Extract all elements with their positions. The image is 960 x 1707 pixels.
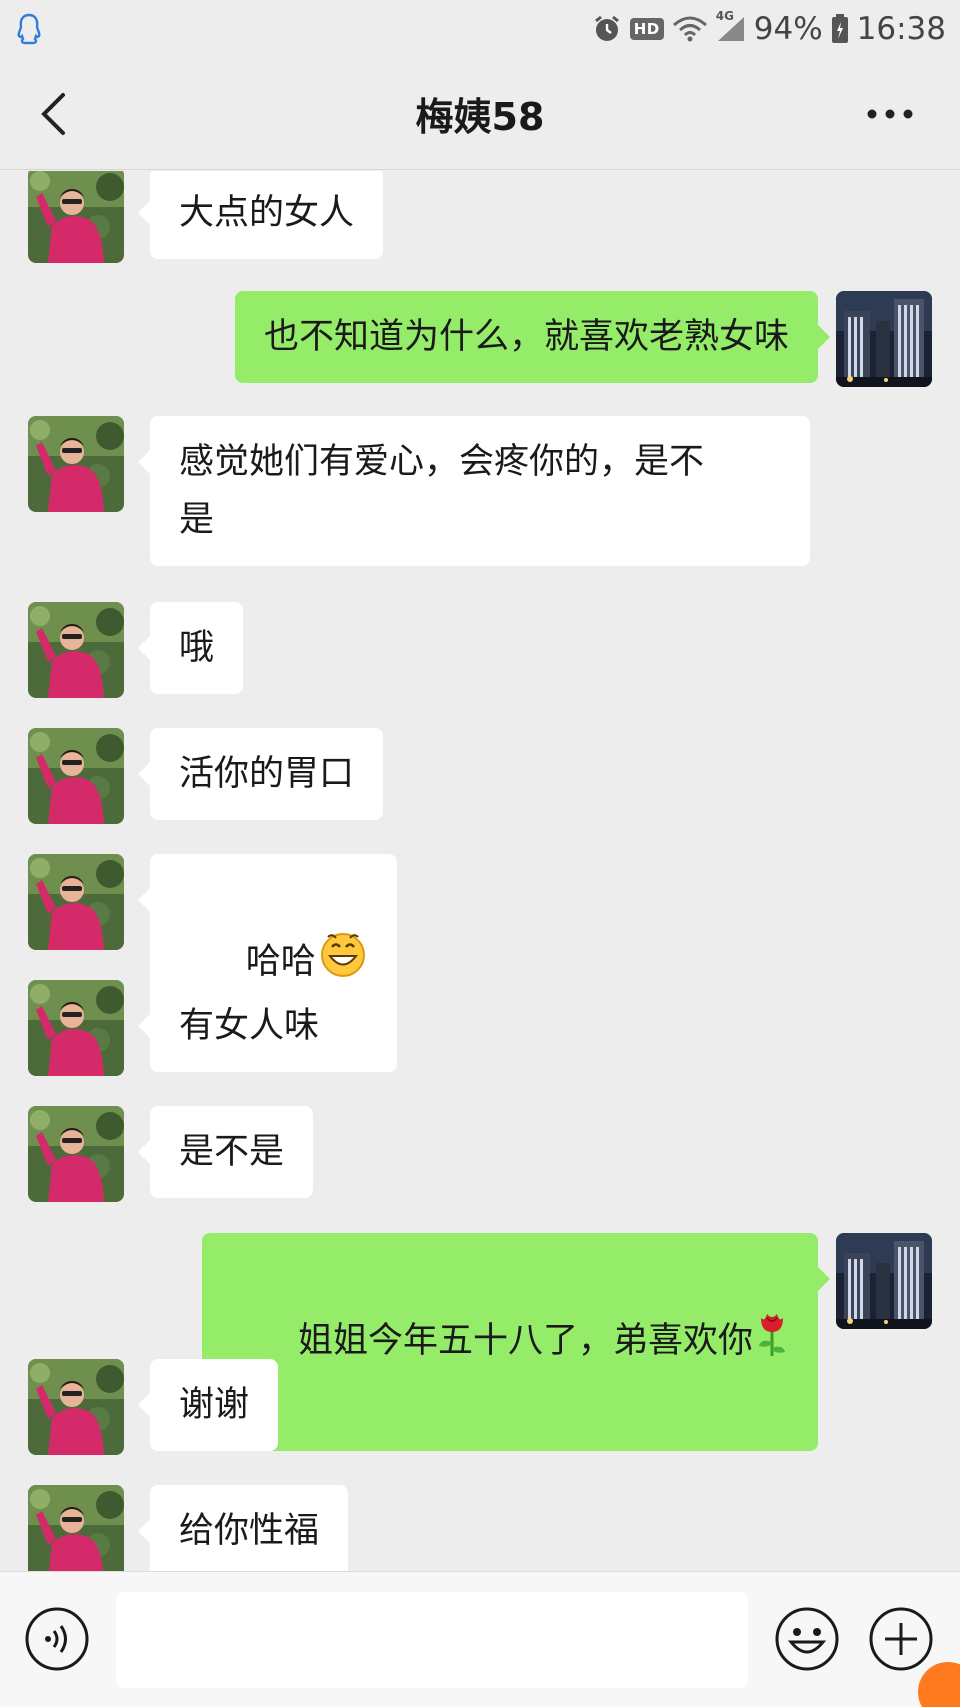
voice-icon [25,1607,89,1671]
message-bubble[interactable]: 谢谢 [137,1359,279,1451]
contact-avatar[interactable] [28,1485,124,1571]
message-bubble[interactable]: 是不是 [137,1106,314,1198]
message-bubble[interactable]: 感觉她们有爱心，会疼你的，是不 是 [138,416,810,566]
more-button[interactable] [860,90,920,138]
voice-button[interactable] [24,1606,90,1672]
battery-icon [831,14,849,44]
contact-avatar[interactable] [28,1359,124,1455]
contact-avatar[interactable] [28,602,124,698]
my-avatar[interactable] [836,291,932,387]
message-text: 哈哈 [245,942,316,982]
message-bubble[interactable]: 给你性福 [137,1485,349,1571]
status-bar: HD 4G 94% 16:38 [0,0,960,58]
battery-percent: 94% [753,11,823,47]
plus-icon [869,1607,933,1671]
contact-avatar[interactable] [28,1106,124,1202]
contact-avatar[interactable] [28,171,124,263]
chat-header: 梅姨58 [0,58,960,170]
signal-icon: 4G [716,9,746,43]
my-avatar[interactable] [836,1233,932,1329]
back-button[interactable] [28,86,78,142]
contact-avatar[interactable] [28,728,124,824]
message-bubble[interactable]: 也不知道为什么，就喜欢老熟女味 [234,291,831,383]
contact-avatar[interactable] [28,980,124,1076]
hd-icon: HD [629,18,664,40]
alarm-icon [592,14,622,44]
message-bubble[interactable]: 活你的胃口 [137,728,384,820]
message-input[interactable] [116,1592,748,1688]
chevron-left-icon [41,93,65,135]
more-functions-button[interactable] [868,1606,934,1672]
emoji-button[interactable] [774,1606,840,1672]
chat-title: 梅姨58 [415,95,545,139]
input-bar [0,1571,960,1707]
contact-avatar[interactable] [28,854,124,950]
wifi-icon [672,15,708,43]
message-bubble[interactable]: 姐姐今年五十八了，弟喜欢你 [202,1233,830,1451]
message-bubble[interactable]: 大点的女人 [137,171,384,259]
message-bubble[interactable]: 哦 [137,602,244,694]
network-type-label: 4G [715,9,734,23]
emoji-icon [775,1607,839,1671]
message-text: 姐姐今年五十八了，弟喜欢你 [297,1321,753,1361]
message-list[interactable]: 大点的女人 也不知道为什么，就喜欢老熟女味 感觉她们有爱心，会疼你的，是不 是 … [0,171,960,1571]
more-dots-icon [867,109,913,119]
qq-icon [16,13,42,45]
contact-avatar[interactable] [28,416,124,512]
clock-time: 16:38 [856,11,946,47]
message-bubble[interactable]: 有女人味 [137,980,349,1072]
rose-emoji [755,1308,789,1376]
